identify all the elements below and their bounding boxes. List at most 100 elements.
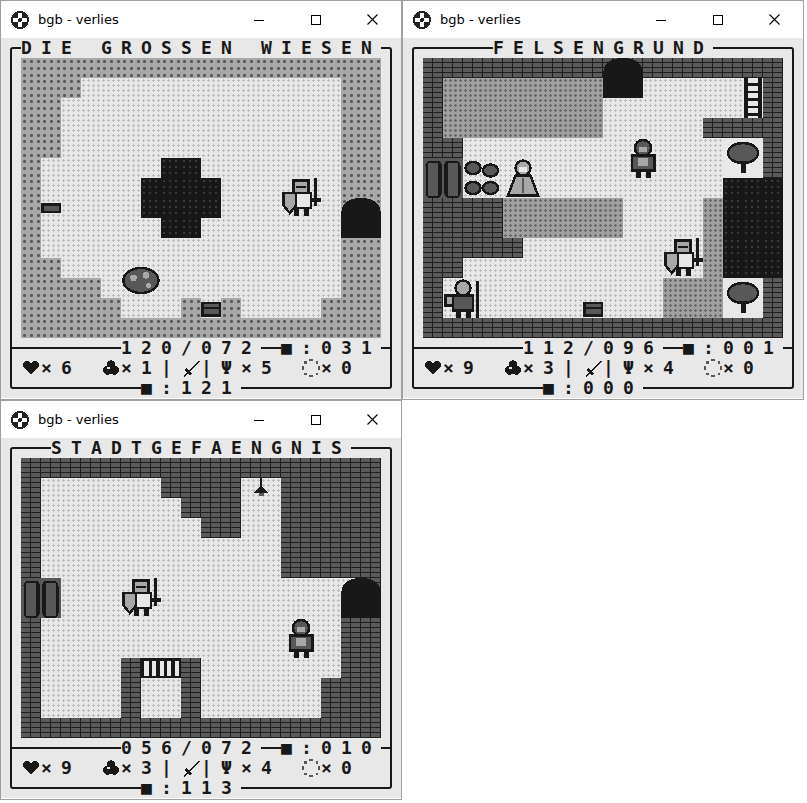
map-tile [743,258,763,278]
map-tile [743,318,763,338]
map-tile [61,598,81,618]
map-tile [121,518,141,538]
stars-count: ×0 [321,758,361,778]
map-tile [763,318,783,338]
map-tile [121,538,141,558]
map-tile [21,718,41,738]
map-tile [181,658,201,678]
map-tile [603,158,623,178]
map-tile [61,78,81,98]
map-tile [241,638,261,658]
map-tile [81,718,101,738]
map-tile [443,238,463,258]
map-tile [161,138,181,158]
map-tile [221,678,241,698]
bomb-icon [101,358,121,378]
map-tile [321,538,341,558]
map-tile [743,198,763,218]
map-tile [281,678,301,698]
map-tile [301,478,321,498]
close-button[interactable] [746,1,803,38]
map-tile [101,98,121,118]
map-tile [643,118,663,138]
map-tile [623,178,643,198]
game-screen[interactable]: DIE GROSSEN WIESEN120/072■:031×6×1||Ψ×5×… [1,38,401,398]
map-tile [101,278,121,298]
map-tile [101,578,121,598]
map-tile [101,318,121,338]
map-tile [101,498,121,518]
map-tile [423,98,443,118]
map-tile [161,298,181,318]
guard-sprite [623,138,663,178]
map-tile [121,238,141,258]
map-tile [463,198,483,218]
map-tile [81,278,101,298]
map-tile [261,678,281,698]
map-tile [321,78,341,98]
game-screen[interactable]: STADTGEFAENGNIS056/072■:010×9×3||Ψ×4×0■:… [1,438,401,798]
map-tile [563,318,583,338]
maximize-button[interactable] [287,1,344,38]
map-tile [81,658,101,678]
title-bar[interactable]: bgb - verlies [403,1,803,38]
map-tile [121,118,141,138]
map-tile [683,218,703,238]
map-tile [523,138,543,158]
map-tile [341,458,361,478]
maximize-button[interactable] [689,1,746,38]
map-tile [81,678,101,698]
map-tile [161,698,181,718]
map-tile [643,258,663,278]
maximize-button[interactable] [287,401,344,438]
archway-door [603,58,643,98]
map-tile [523,198,543,218]
minimize-button[interactable] [632,1,689,38]
map-tile [341,538,361,558]
map-tile [221,278,241,298]
map-tile [261,518,281,538]
map-tile [181,638,201,658]
map-tile [261,718,281,738]
map-tile [683,78,703,98]
map-tile [743,58,763,78]
map-tile [181,58,201,78]
map-tile [81,618,101,638]
game-map [21,458,381,738]
map-tile [583,318,603,338]
status-row: 056/072■:010 [1,738,401,758]
map-tile [483,58,503,78]
emulator-window[interactable]: bgb - verliesFELSENGRUND112/096■:001×9×3… [402,0,804,400]
game-screen[interactable]: FELSENGRUND112/096■:001×9×3||Ψ×4×0■:000 [403,38,803,398]
map-tile [643,238,663,258]
map-tile [603,298,623,318]
map-tile [141,178,161,198]
map-tile [241,618,261,638]
map-tile [201,498,221,518]
map-tile [161,638,181,658]
map-tile [321,158,341,178]
map-tile [221,238,241,258]
map-tile [723,218,743,238]
map-tile [241,678,261,698]
map-tile [281,478,301,498]
map-tile [61,318,81,338]
map-tile [261,578,281,598]
map-tile [101,78,121,98]
map-tile [81,498,101,518]
minimize-button[interactable] [230,401,287,438]
close-button[interactable] [344,1,401,38]
map-tile [663,278,683,298]
emulator-window[interactable]: bgb - verliesSTADTGEFAENGNIS056/072■:010… [0,400,402,800]
title-bar[interactable]: bgb - verlies [1,1,401,38]
map-tile [723,118,743,138]
map-tile [341,298,361,318]
title-bar[interactable]: bgb - verlies [1,401,401,438]
close-button[interactable] [344,401,401,438]
map-tile [141,718,161,738]
location-title: FELSENGRUND [493,38,713,58]
minimize-button[interactable] [230,1,287,38]
emulator-window[interactable]: bgb - verliesDIE GROSSEN WIESEN120/072■:… [0,0,402,400]
heart-icon [423,358,443,378]
map-tile [181,538,201,558]
